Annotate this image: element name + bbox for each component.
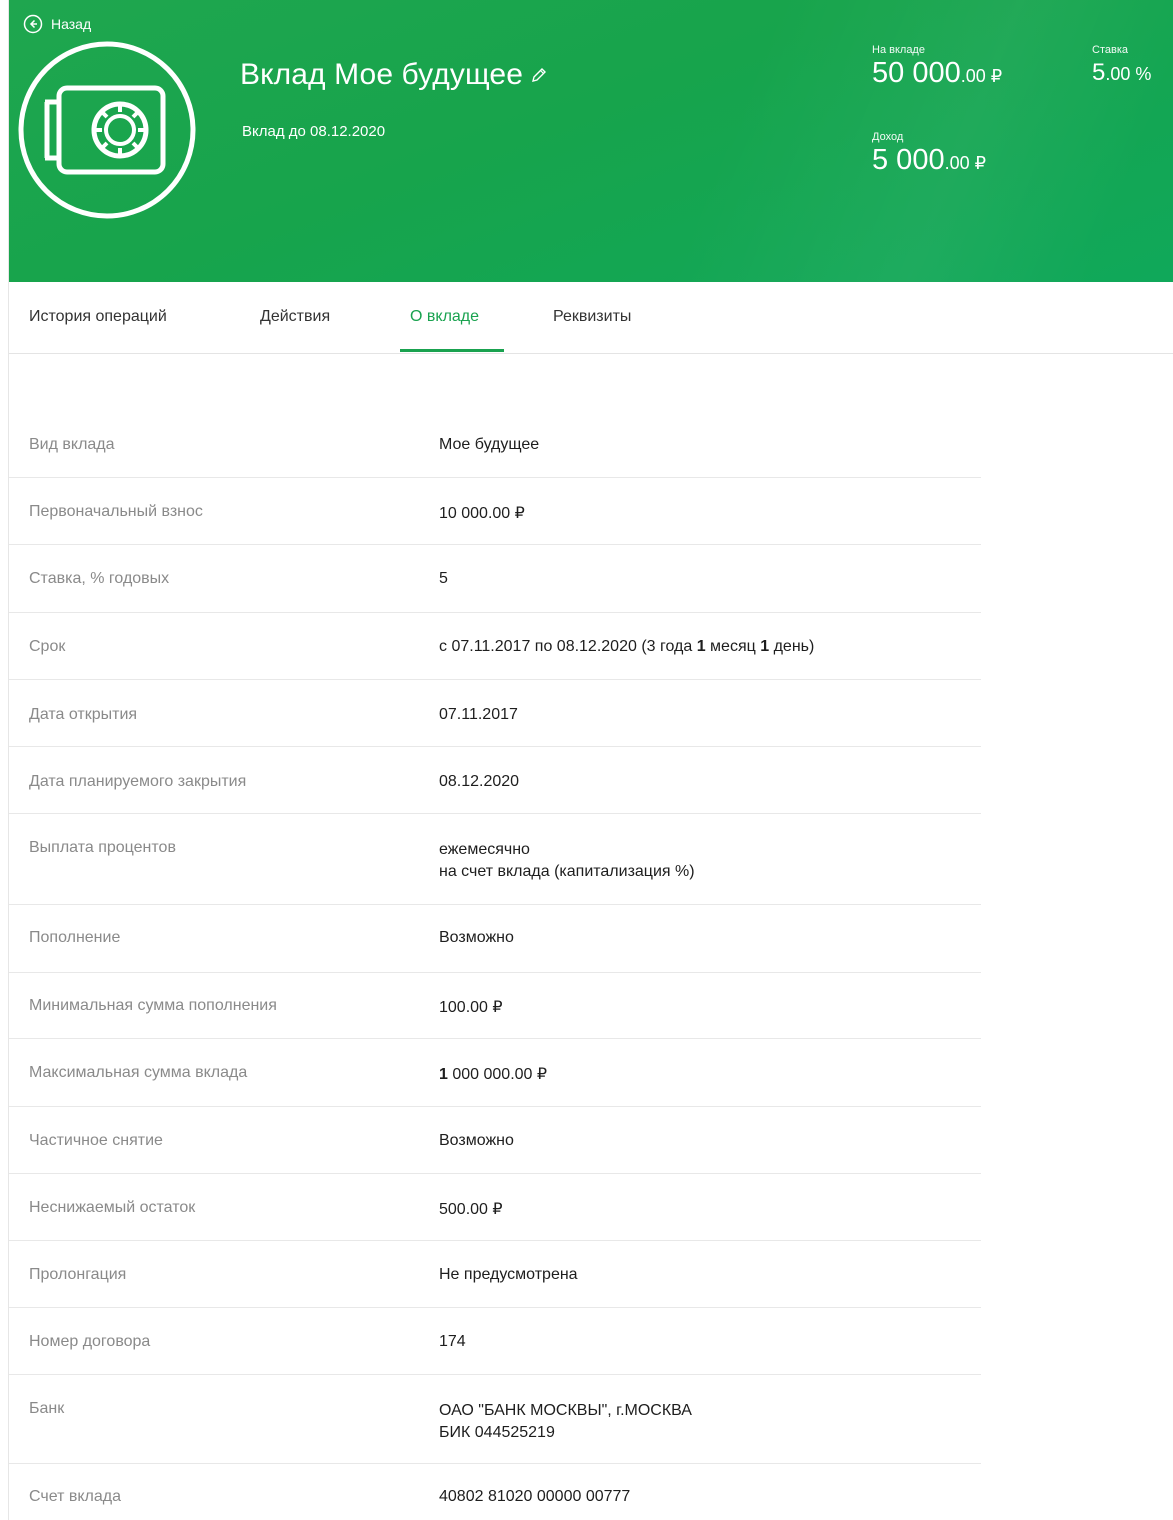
deposit-balance-value: 50 000.00 ₽ — [872, 57, 1003, 89]
detail-value: Не предусмотрена — [439, 1266, 578, 1283]
tab-bar: История операций Действия О вкладе Рекви… — [9, 282, 1173, 354]
detail-label: Счет вклада — [29, 1488, 121, 1505]
detail-label: Срок — [29, 638, 66, 655]
detail-label: Минимальная сумма пополнения — [29, 997, 277, 1014]
pencil-icon[interactable] — [529, 65, 549, 85]
detail-label: Дата планируемого закрытия — [29, 773, 247, 790]
detail-value: 100.00 ₽ — [439, 999, 503, 1016]
detail-row: Дата открытия 07.11.2017 — [9, 680, 981, 747]
title-row: Вклад Мое будущее — [240, 58, 549, 92]
detail-value: 1 000 000.00 ₽ — [439, 1066, 548, 1083]
detail-row: Срок с 07.11.2017 по 08.12.2020 (3 года … — [9, 613, 981, 680]
detail-row: Выплата процентов ежемесячно на счет вкла… — [9, 814, 981, 905]
detail-label: Неснижаемый остаток — [29, 1199, 196, 1216]
detail-label: Выплата процентов — [29, 839, 176, 856]
detail-label: Пролонгация — [29, 1266, 127, 1283]
detail-label: Номер договора — [29, 1333, 151, 1350]
deposit-header: Назад Вклад Мое будущее Вклад до 08.12.2… — [9, 0, 1173, 282]
detail-value: 5 — [439, 570, 448, 587]
detail-value: ОАО "БАНК МОСКВЫ", г.МОСКВА БИК 044525219 — [439, 1402, 692, 1441]
detail-row: Частичное снятие Возможно — [9, 1107, 981, 1174]
detail-label: Ставка, % годовых — [29, 570, 170, 587]
detail-value: 07.11.2017 — [439, 706, 518, 723]
detail-row: Номер договора 174 — [9, 1308, 981, 1375]
detail-label: Частичное снятие — [29, 1132, 163, 1149]
tab-about-deposit[interactable]: О вкладе — [410, 308, 479, 326]
deposit-income: Доход 5 000.00 ₽ — [872, 131, 986, 180]
back-arrow-icon — [23, 14, 43, 34]
detail-row: Вид вклада Мое будущее — [9, 410, 981, 478]
detail-label: Пополнение — [29, 929, 121, 946]
detail-row: Банк ОАО "БАНК МОСКВЫ", г.МОСКВА БИК 0445… — [9, 1375, 981, 1464]
detail-row: Первоначальный взнос 10 000.00 ₽ — [9, 478, 981, 545]
active-tab-indicator — [400, 349, 504, 352]
detail-value: Мое будущее — [439, 436, 540, 453]
detail-value: Возможно — [439, 1132, 514, 1149]
page-title: Вклад Мое будущее — [240, 58, 523, 91]
detail-value: 10 000.00 ₽ — [439, 505, 525, 522]
detail-row: Минимальная сумма пополнения 100.00 ₽ — [9, 973, 981, 1039]
page-frame: Назад Вклад Мое будущее Вклад до 08.12.2… — [8, 0, 1173, 1520]
detail-value: 08.12.2020 — [439, 773, 520, 790]
deposit-details: Вид вклада Мое будущее Первоначальный вз… — [9, 410, 981, 1520]
detail-value: с 07.11.2017 по 08.12.2020 (3 года 1 мес… — [439, 638, 815, 655]
tab-requisites[interactable]: Реквизиты — [553, 308, 631, 326]
detail-row: Счет вклада 40802 81020 00000 00777 — [9, 1464, 981, 1520]
deposit-rate-value: 5.00 % — [1092, 59, 1152, 86]
deposit-balance-label: На вкладе — [872, 44, 925, 56]
detail-label: Вид вклада — [29, 436, 115, 453]
detail-value: 500.00 ₽ — [439, 1201, 503, 1218]
detail-row: Максимальная сумма вклада 1 000 000.00 ₽ — [9, 1039, 981, 1107]
detail-row: Пролонгация Не предусмотрена — [9, 1241, 981, 1308]
deposit-rate: Ставка 5.00 % — [1092, 44, 1151, 91]
detail-row: Пополнение Возможно — [9, 905, 981, 973]
detail-value: ежемесячно на счет вклада (капитализация … — [439, 841, 695, 880]
detail-label: Максимальная сумма вклада — [29, 1064, 248, 1081]
detail-label: Первоначальный взнос — [29, 503, 203, 520]
deposit-balance: На вкладе 50 000.00 ₽ — [872, 44, 1002, 93]
detail-row: Дата планируемого закрытия 08.12.2020 — [9, 747, 981, 814]
deposit-end-date: Вклад до 08.12.2020 — [242, 123, 386, 140]
detail-row: Ставка, % годовых 5 — [9, 545, 981, 613]
tab-actions[interactable]: Действия — [260, 308, 330, 326]
detail-label: Банк — [29, 1400, 65, 1417]
back-label: Назад — [51, 16, 92, 32]
detail-value: 40802 81020 00000 00777 — [439, 1488, 631, 1505]
back-button[interactable]: Назад — [23, 14, 91, 34]
detail-row: Неснижаемый остаток 500.00 ₽ — [9, 1174, 981, 1241]
deposit-income-value: 5 000.00 ₽ — [872, 144, 987, 176]
deposit-income-label: Доход — [872, 131, 904, 143]
detail-value: 174 — [439, 1333, 466, 1350]
deposit-rate-label: Ставка — [1092, 44, 1128, 56]
detail-value: Возможно — [439, 929, 514, 946]
tab-history[interactable]: История операций — [29, 308, 167, 326]
detail-label: Дата открытия — [29, 706, 138, 723]
safe-icon — [18, 41, 196, 219]
